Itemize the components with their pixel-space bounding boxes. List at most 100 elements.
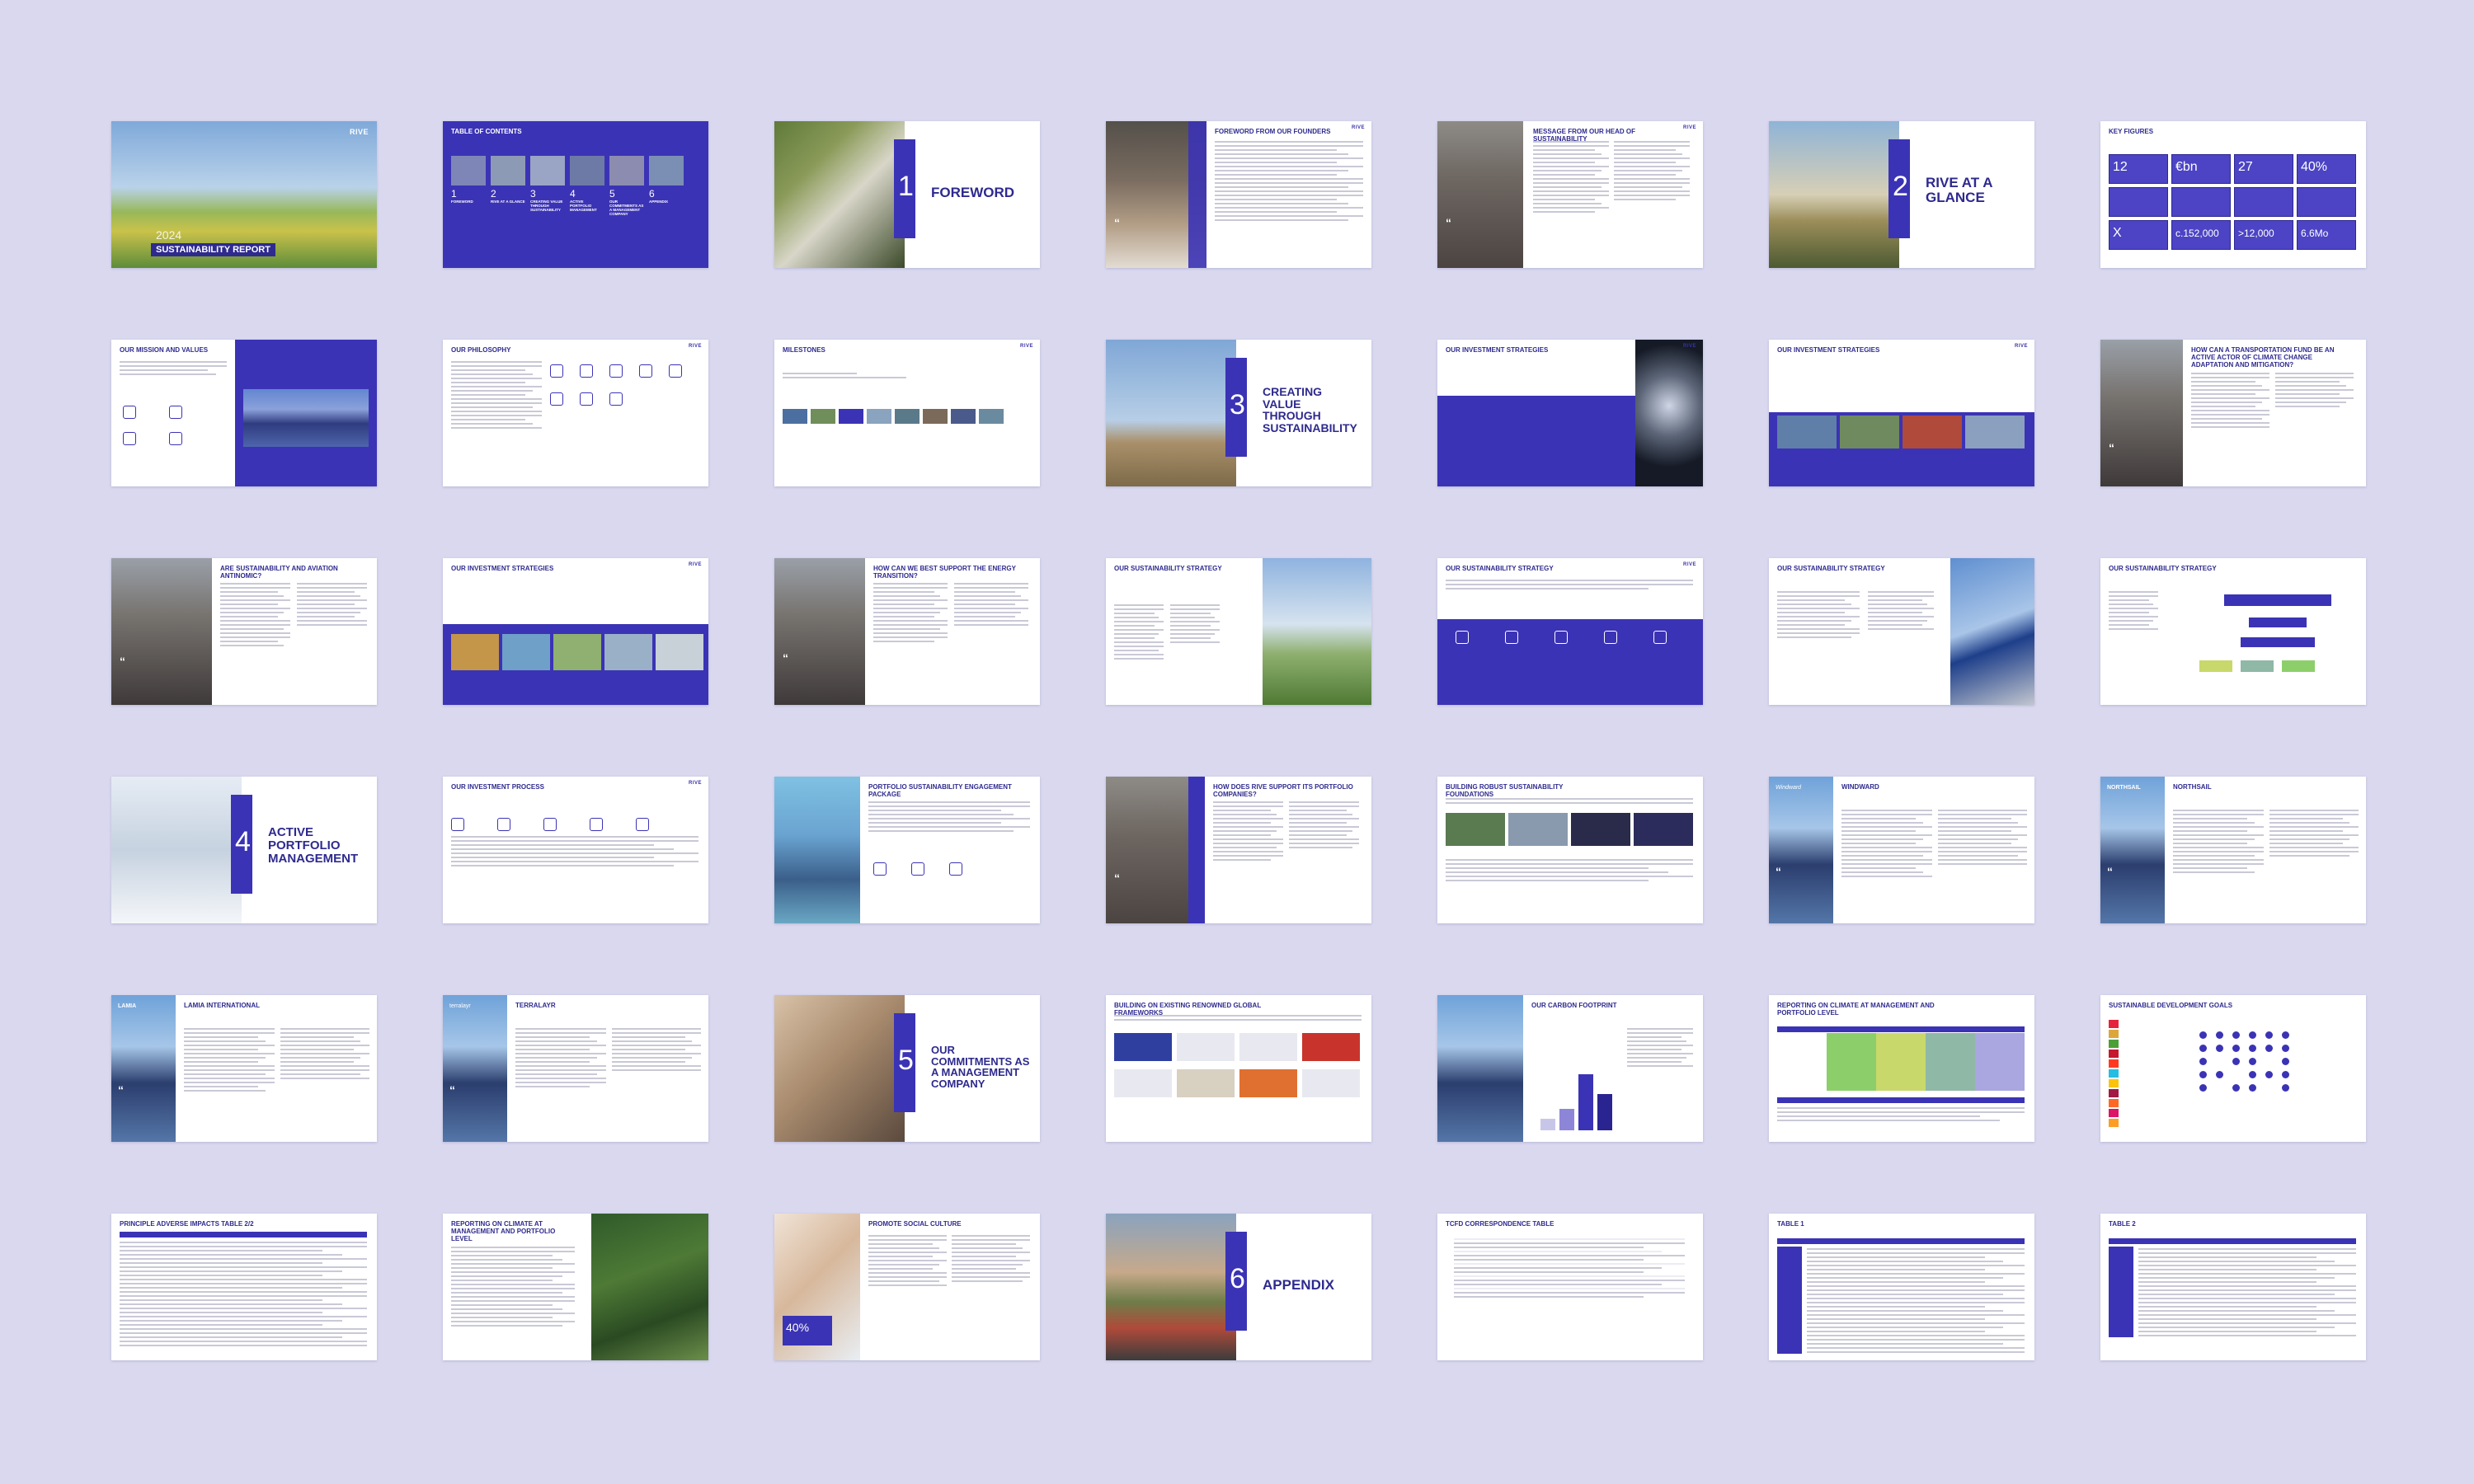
page-sustainability-strategy-1[interactable]: Our sustainability strategy [1106,558,1371,705]
toc-item[interactable]: 4 ACTIVE PORTFOLIO MANAGEMENT [570,156,604,216]
chapter-title: APPENDIX [1263,1277,1334,1293]
page-reporting-climate-2[interactable]: Reporting on climate at management and p… [443,1214,708,1360]
chapter-photo [774,995,905,1142]
page-social-culture[interactable]: 40% Promote social culture [774,1214,1040,1360]
page-chapter-rive-at-a-glance[interactable]: 2 RIVE AT A GLANCE [1769,121,2034,268]
toc-item[interactable]: 5 OUR COMMITMENTS AS A MANAGEMENT COMPANY [609,156,644,216]
page-sustainability-foundations[interactable]: Building robust sustainability foundatio… [1437,777,1703,923]
page-chapter-active-portfolio[interactable]: 4 ACTIVE PORTFOLIO MANAGEMENT [111,777,377,923]
framework-logo [1114,1069,1172,1097]
intro-text [1446,580,1693,592]
page-global-frameworks[interactable]: Building on existing renowned global fra… [1106,995,1371,1142]
scenario-cell [1975,1033,2025,1091]
page-portfolio-support[interactable]: “ How does RIVE support its portfolio co… [1106,777,1371,923]
page-lamia[interactable]: LAMIA “ Lamia International [111,995,377,1142]
page-investment-strategies-energy[interactable]: Our investment strategies RIVE [443,558,708,705]
page-philosophy[interactable]: Our philosophy RIVE [443,340,708,486]
page-reporting-climate-1[interactable]: Reporting on climate at management and p… [1769,995,2034,1142]
step-icon [636,818,649,831]
page-terralayr[interactable]: terralayr “ Terralayr [443,995,708,1142]
toc-item[interactable]: 1 FOREWORD [451,156,486,216]
page-northsail[interactable]: NORTHSAIL “ Northsail [2100,777,2366,923]
chapter-number: 2 [1893,171,1908,202]
page-mission-values[interactable]: Our mission and values [111,340,377,486]
page-title: Table 2 [2109,1220,2136,1228]
page-sustainability-strategy-4[interactable]: Our sustainability strategy [2100,558,2366,705]
figure-tile: 27 [2234,154,2293,184]
chapter-title: FOREWORD [931,185,1015,200]
page-head-of-sustainability[interactable]: “ Message from our head of sustainabilit… [1437,121,1703,268]
body-text-col1 [873,583,948,645]
pillar-icon [669,364,682,378]
pillar-icon [1604,631,1617,644]
page-title: TCFD correspondence table [1446,1220,1554,1228]
toc-list: 1 FOREWORD 2 RIVE AT A GLANCE 3 CREATING VA… [451,156,684,216]
page-sustainability-strategy-2[interactable]: Our sustainability strategy RIVE [1437,558,1703,705]
brand-mark: RIVE [2014,344,2028,349]
page-table-of-contents[interactable]: Table of Contents 1 FOREWORD 2 RIVE AT A G… [443,121,708,268]
page-engagement-package[interactable]: Portfolio sustainability engagement pack… [774,777,1040,923]
scenario-cell [1827,1033,1876,1091]
mountain-road-photo [1263,558,1371,705]
toc-item[interactable]: 2 RIVE AT A GLANCE [491,156,525,216]
page-investment-strategies-1[interactable]: Our investment strategies RIVE [1437,340,1703,486]
org-box [2282,660,2315,672]
chapter-photo [111,777,242,923]
page-investment-strategies-2[interactable]: Our investment strategies RIVE [1769,340,2034,486]
footprint-bar [1578,1074,1593,1130]
step-icon [451,818,464,831]
brand-mark: RIVE [688,562,702,567]
pillar-icon [550,392,563,406]
toc-item[interactable]: 3 CREATING VALUE THROUGH SUSTAINABILITY [530,156,565,216]
page-investment-process[interactable]: Our investment process RIVE [443,777,708,923]
pillar-icon [580,392,593,406]
page-chapter-commitments[interactable]: 5 OUR COMMITMENTS AS A MANAGEMENT COMPAN… [774,995,1040,1142]
page-title: Foreword from our founders [1215,128,1331,135]
page-carbon-footprint[interactable]: Our carbon footprint [1437,995,1703,1142]
table-rows [1807,1248,2025,1355]
body-text [451,361,542,431]
governance-people [2109,591,2158,632]
figure-tile: 40% [2297,154,2356,184]
eu-flag-photo [1950,558,2034,705]
page-milestones[interactable]: Milestones RIVE [774,340,1040,486]
pillar-icons [1456,631,1667,644]
page-title: Our investment strategies [1777,346,1880,354]
body-text-col2 [2275,373,2354,410]
page-tcfd-table[interactable]: TCFD correspondence table [1437,1214,1703,1360]
page-chapter-foreword[interactable]: 1 FOREWORD [774,121,1040,268]
page-pai-table[interactable]: Principle adverse impacts table 2/2 [111,1214,377,1360]
page-sustainability-strategy-3[interactable]: Our sustainability strategy [1769,558,2034,705]
process-text [451,836,698,869]
value-icon [169,406,182,419]
page-sdg[interactable]: Sustainable development goals [2100,995,2366,1142]
brand-mark: RIVE [688,781,702,786]
page-energy-transition[interactable]: “ How can we best support the energy tra… [774,558,1040,705]
page-transportation-fund[interactable]: “ How can a transportation fund be an ac… [2100,340,2366,486]
pillar-icon [1505,631,1518,644]
page-aviation-interview[interactable]: “ Are sustainability and aviation antino… [111,558,377,705]
body-text-col2 [612,1028,701,1073]
page-table-1[interactable]: Table 1 [1769,1214,2034,1360]
portrait-photo [1437,121,1523,268]
page-chapter-appendix[interactable]: 6 APPENDIX [1106,1214,1371,1360]
page-foreword-founders[interactable]: “ Foreword from our founders RIVE [1106,121,1371,268]
page-chapter-creating-value[interactable]: 3 CREATING VALUE THROUGH SUSTAINABILITY [1106,340,1371,486]
page-grid: RIVE 2024 Sustainability Report Table of… [111,121,2366,1360]
page-title: Northsail [2173,783,2212,791]
list-col2 [1868,591,1934,632]
body-text-col2 [2269,810,2359,859]
page-title: Building robust sustainability foundatio… [1446,783,1564,799]
toc-item[interactable]: 6 APPENDIX [649,156,684,216]
page-windward[interactable]: Windward “ Windward [1769,777,2034,923]
pull-quote: “ [1776,865,1781,878]
process-icons [451,818,649,831]
chapter-photo [1769,121,1899,268]
pull-quote: “ [120,655,125,668]
figure-tile: X [2109,220,2168,250]
body-text-col2 [1170,604,1220,646]
page-table-2[interactable]: Table 2 [2100,1214,2366,1360]
page-key-figures[interactable]: Key figures 12 €bn 27 40% X c.152,000 >1… [2100,121,2366,268]
pull-quote: “ [2109,441,2114,454]
page-cover[interactable]: RIVE 2024 Sustainability Report [111,121,377,268]
